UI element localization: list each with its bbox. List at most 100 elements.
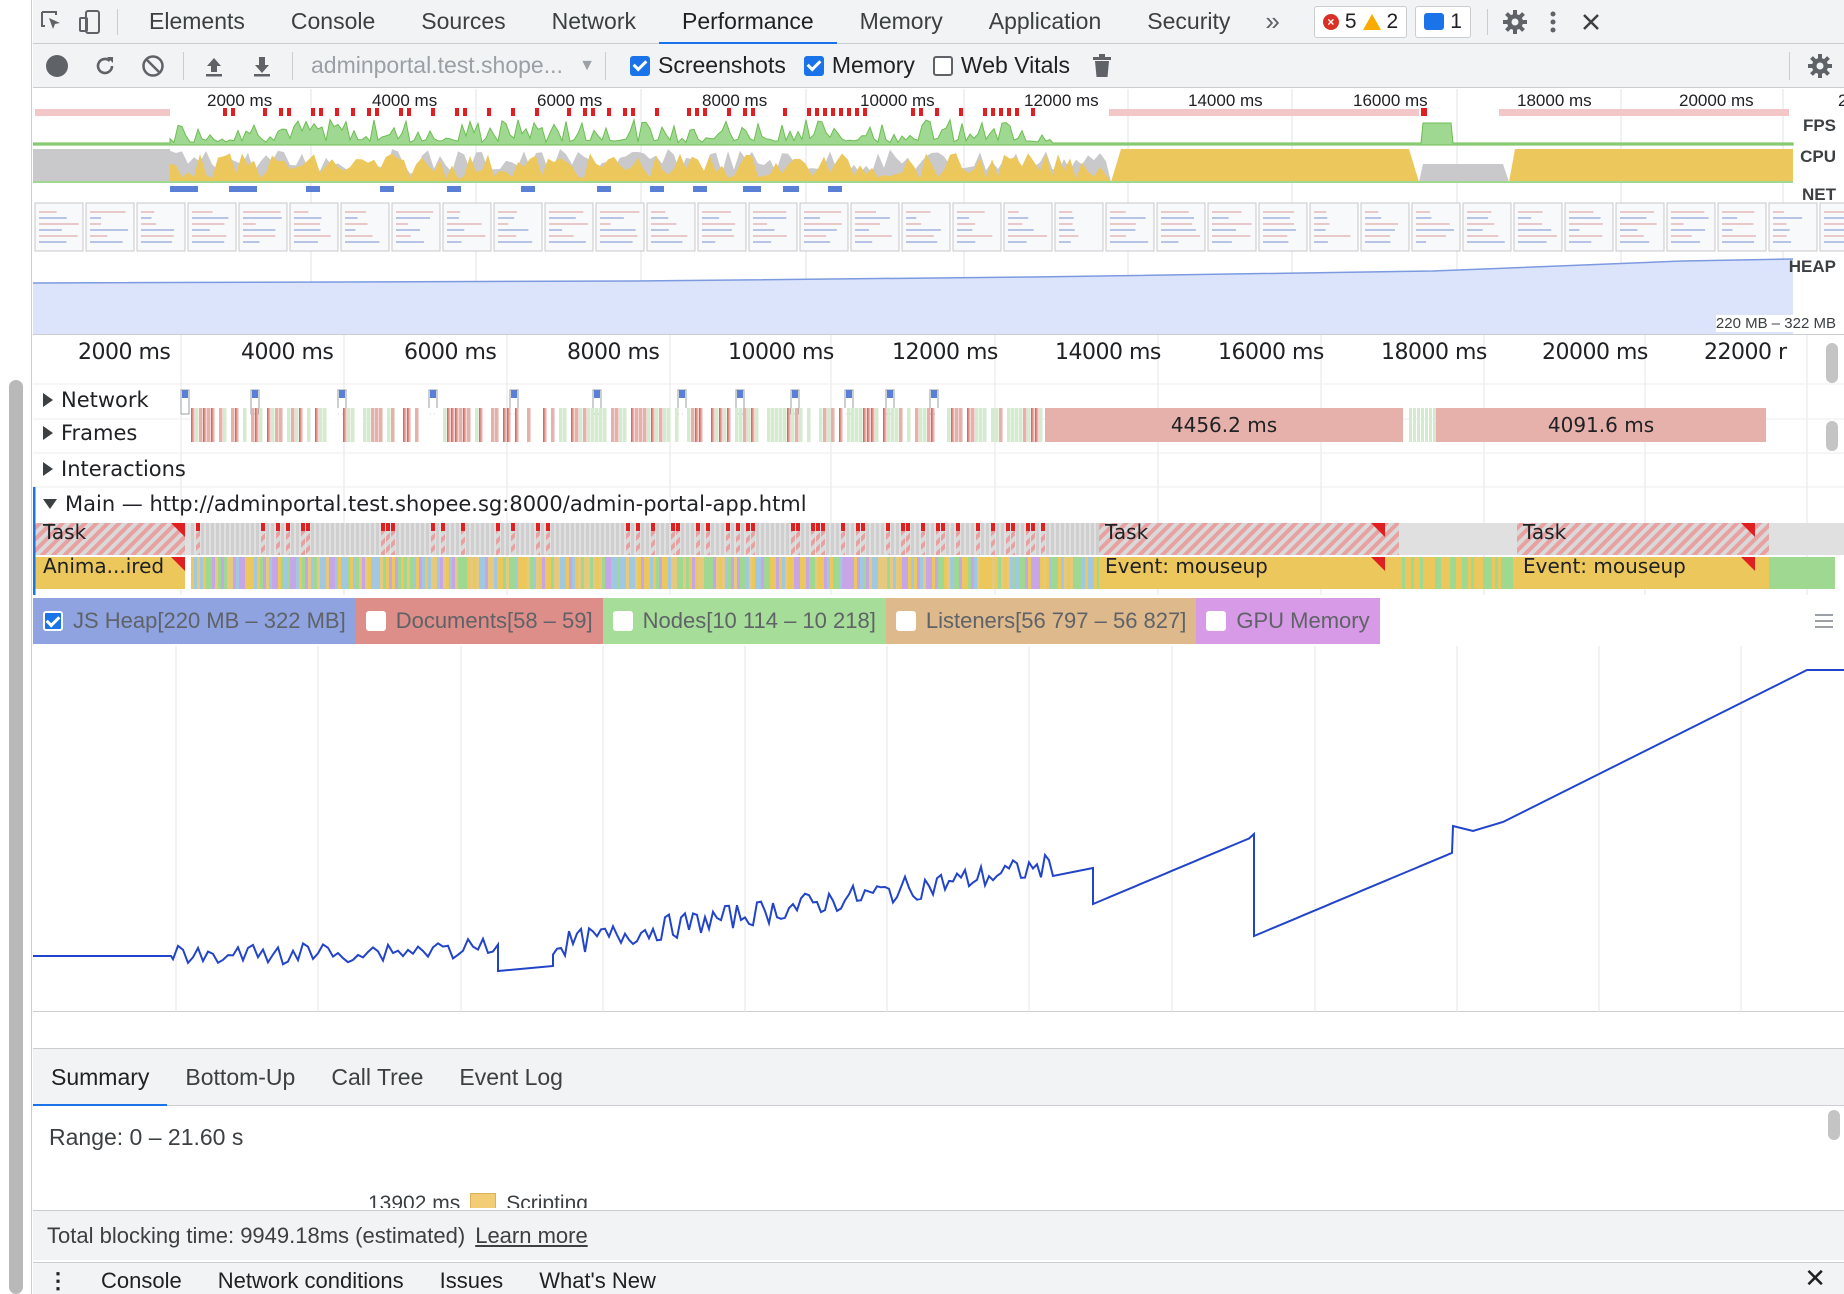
counter-toggle-2[interactable]: Nodes[10 114 – 10 218] — [602, 598, 886, 644]
screenshots-checkbox[interactable]: Screenshots — [630, 52, 786, 79]
tab-security[interactable]: Security — [1124, 0, 1253, 44]
counter-checkbox[interactable] — [1206, 611, 1227, 631]
scripting-row: 13902 ms Scripting — [368, 1192, 588, 1208]
more-tabs-icon[interactable]: » — [1253, 0, 1291, 44]
clear-icon[interactable] — [129, 44, 177, 88]
counter-checkbox[interactable] — [895, 611, 916, 631]
flamechart-scrollbar[interactable] — [1826, 343, 1838, 383]
heap-range-label: 220 MB – 322 MB — [1715, 315, 1836, 332]
overview-tick-label: 22000 — [1838, 91, 1844, 111]
overview-tick-label: 20000 ms — [1679, 91, 1754, 110]
tab-summary[interactable]: Summary — [33, 1048, 168, 1107]
collect-garbage-icon[interactable] — [1078, 44, 1126, 88]
profile-select[interactable]: adminportal.test.shope... ▼ — [299, 52, 599, 79]
messages-counter-button[interactable]: 1 — [1415, 5, 1471, 38]
drawer-tab-issues[interactable]: Issues — [422, 1266, 522, 1294]
ruler-tick-label: 12000 ms — [892, 340, 998, 365]
performance-toolbar: adminportal.test.shope... ▼ Screenshots … — [33, 44, 1844, 88]
counter-toggle-3[interactable]: Listeners[56 797 – 56 827] — [885, 598, 1197, 644]
load-profile-icon[interactable] — [190, 44, 238, 88]
details-tabbar: Summary Bottom-Up Call Tree Event Log — [33, 1048, 1844, 1107]
issues-counter-button[interactable]: × 5 2 — [1313, 5, 1408, 38]
collapse-arrow-icon — [43, 499, 57, 509]
long-frame-1[interactable]: 4456.2 ms — [1045, 408, 1403, 442]
counter-toggle-1[interactable]: Documents[58 – 59] — [355, 598, 603, 644]
chevron-down-icon: ▼ — [579, 56, 595, 74]
webvitals-checkbox-box[interactable] — [932, 55, 953, 76]
timeline-overview[interactable]: 2000 ms 4000 ms 6000 ms 8000 ms 10000 ms 1200… — [33, 89, 1844, 335]
task-label-3[interactable]: Task — [1523, 520, 1566, 544]
flamechart-panel[interactable]: 2000 ms 4000 ms 6000 ms 8000 ms 10000 ms 1200… — [33, 335, 1844, 595]
capture-settings-icon[interactable] — [1796, 44, 1844, 88]
summary-scrollbar[interactable] — [1828, 1110, 1840, 1140]
tab-performance[interactable]: Performance — [659, 0, 837, 45]
screenshots-checkbox-box[interactable] — [630, 55, 650, 76]
task-label-1[interactable]: Task — [43, 520, 86, 544]
hamburger-icon[interactable] — [1804, 598, 1844, 644]
network-track-header[interactable]: Network — [43, 388, 149, 412]
scripting-label: Scripting — [506, 1192, 588, 1208]
counter-checkbox[interactable] — [43, 611, 63, 631]
tab-console[interactable]: Console — [268, 0, 398, 44]
overview-tick-label: 2000 ms — [207, 91, 273, 110]
ruler-tick-label: 16000 ms — [1218, 340, 1324, 365]
left-scrollbar-thumb[interactable] — [9, 380, 23, 1294]
long-frame-2[interactable]: 4091.6 ms — [1436, 408, 1766, 442]
record-button[interactable] — [33, 44, 81, 88]
webvitals-checkbox[interactable]: Web Vitals — [932, 52, 1070, 79]
drawer-tabbar: ⋮ Console Network conditions Issues What… — [33, 1262, 1844, 1294]
message-count: 1 — [1450, 9, 1462, 33]
overview-tick-label: 18000 ms — [1517, 91, 1592, 110]
inspect-element-icon[interactable] — [33, 0, 71, 44]
settings-gear-icon[interactable] — [1496, 0, 1534, 44]
overview-tick-label: 16000 ms — [1353, 91, 1428, 110]
ruler-tick-label: 20000 ms — [1542, 340, 1648, 365]
tab-call-tree[interactable]: Call Tree — [313, 1048, 441, 1106]
summary-panel: Range: 0 – 21.60 s 13902 ms Scripting — [33, 1106, 1844, 1208]
tab-elements[interactable]: Elements — [126, 0, 268, 44]
memory-counters-legend: JS Heap[220 MB – 322 MB] Documents[58 – 5… — [33, 598, 1844, 644]
tab-event-log[interactable]: Event Log — [441, 1048, 581, 1106]
tab-network[interactable]: Network — [529, 0, 659, 44]
drawer-tab-network-conditions[interactable]: Network conditions — [200, 1266, 422, 1294]
main-track-header[interactable]: Main — http://adminportal.test.shopee.sg… — [43, 492, 807, 516]
counter-label: Nodes[10 114 – 10 218] — [642, 608, 876, 633]
memory-checkbox[interactable]: Memory — [803, 52, 915, 79]
interactions-track-header[interactable]: Interactions — [43, 457, 186, 481]
ruler-tick-label: 6000 ms — [404, 340, 497, 365]
drawer-tab-whats-new[interactable]: What's New — [521, 1266, 674, 1294]
tab-application[interactable]: Application — [966, 0, 1125, 44]
drawer-menu-icon[interactable]: ⋮ — [33, 1266, 83, 1294]
counter-toggle-4[interactable]: GPU Memory — [1196, 598, 1380, 644]
counter-toggle-0[interactable]: JS Heap[220 MB – 322 MB] — [33, 598, 356, 644]
reload-record-icon[interactable] — [81, 44, 129, 88]
counter-label: Documents[58 – 59] — [395, 608, 593, 633]
cpu-track — [33, 149, 1793, 183]
event-label-2[interactable]: Event: mouseup — [1105, 554, 1268, 578]
save-profile-icon[interactable] — [238, 44, 286, 88]
net-label: NET — [1802, 185, 1836, 204]
close-drawer-icon[interactable]: ✕ — [1786, 1263, 1844, 1294]
learn-more-link[interactable]: Learn more — [475, 1223, 588, 1249]
close-devtools-icon[interactable] — [1572, 0, 1610, 44]
task-label-2[interactable]: Task — [1105, 520, 1148, 544]
counter-label: Listeners[56 797 – 56 827] — [925, 608, 1187, 633]
kebab-menu-icon[interactable] — [1534, 0, 1572, 44]
event-label-3[interactable]: Event: mouseup — [1523, 554, 1686, 578]
range-text: Range: 0 – 21.60 s — [49, 1124, 244, 1150]
tab-memory[interactable]: Memory — [837, 0, 966, 44]
js-heap-chart[interactable] — [33, 646, 1844, 1012]
drawer-tab-console[interactable]: Console — [83, 1266, 200, 1294]
frames-track-header[interactable]: Frames — [43, 421, 137, 445]
left-scrollbar[interactable] — [0, 0, 32, 1294]
counter-checkbox[interactable] — [612, 611, 633, 631]
counter-checkbox[interactable] — [365, 611, 386, 631]
device-toolbar-icon[interactable] — [71, 0, 109, 44]
flamechart-scrollbar-2[interactable] — [1826, 421, 1838, 451]
tab-sources[interactable]: Sources — [398, 0, 528, 44]
event-label-1[interactable]: Anima...ired — [43, 554, 164, 578]
devtools-tabbar: Elements Console Sources Network Perform… — [33, 0, 1844, 45]
overview-tick-label: 8000 ms — [702, 91, 768, 110]
memory-checkbox-box[interactable] — [803, 55, 824, 76]
tab-bottom-up[interactable]: Bottom-Up — [167, 1048, 313, 1106]
